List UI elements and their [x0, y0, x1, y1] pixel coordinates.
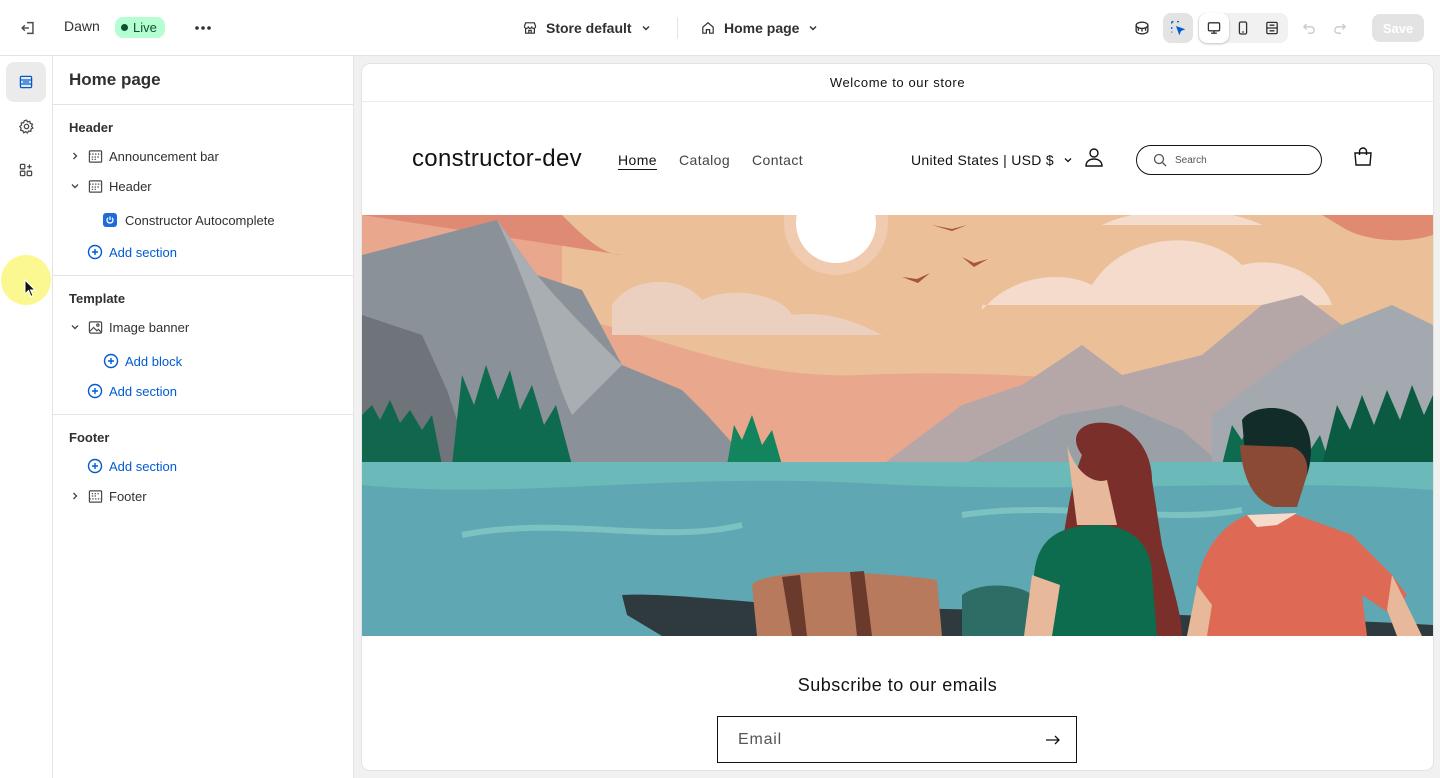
- cart-icon[interactable]: [1352, 146, 1374, 168]
- sections-icon[interactable]: [6, 62, 46, 102]
- plus-circle-icon: [87, 244, 103, 260]
- add-section-label: Add section: [109, 244, 177, 260]
- section-layout-icon: [87, 178, 103, 194]
- store-header: constructor-dev Home Catalog Contact Uni…: [362, 102, 1433, 215]
- newsletter-title: Subscribe to our emails: [797, 675, 998, 695]
- store-selector[interactable]: Store default: [522, 14, 652, 42]
- fullwidth-icon[interactable]: [1257, 13, 1287, 43]
- section-header[interactable]: Header: [67, 175, 152, 197]
- section-label: Announcement bar: [109, 148, 219, 164]
- section-announcement-bar[interactable]: Announcement bar: [67, 145, 219, 167]
- group-template-label: Template: [69, 291, 126, 306]
- divider: [53, 414, 354, 415]
- add-section-label: Add section: [109, 458, 177, 474]
- editor-icon-rail: [0, 56, 53, 778]
- email-field[interactable]: Email: [717, 716, 1077, 763]
- section-label: Header: [109, 178, 152, 194]
- nav-home[interactable]: Home: [618, 152, 657, 168]
- footer-layout-icon: [87, 488, 103, 504]
- page-title: Home page: [69, 70, 161, 89]
- storefront-preview: Welcome to our store constructor-dev Hom…: [362, 64, 1433, 770]
- gear-icon[interactable]: [6, 106, 46, 146]
- locale-label: United States | USD $: [911, 152, 1054, 168]
- nav-catalog[interactable]: Catalog: [679, 152, 730, 168]
- section-layout-icon: [87, 148, 103, 164]
- add-section-button[interactable]: Add section: [87, 380, 177, 402]
- chevron-down-icon: [1064, 158, 1072, 163]
- section-label: Image banner: [109, 319, 190, 335]
- locale-selector[interactable]: United States | USD $: [911, 152, 1074, 168]
- image-banner[interactable]: [362, 215, 1433, 636]
- banner-illustration: [362, 215, 1433, 636]
- theme-editor-icon[interactable]: [1127, 13, 1157, 43]
- block-label: Constructor Autocomplete: [125, 212, 275, 228]
- inspector-icon[interactable]: [1163, 13, 1193, 43]
- mouse-cursor-icon: [24, 279, 37, 298]
- plus-circle-icon: [87, 458, 103, 474]
- divider: [53, 275, 354, 276]
- search-input[interactable]: Search: [1136, 145, 1322, 175]
- editor-topbar: Dawn Live Store default Home page Save: [0, 0, 1440, 56]
- topbar-divider: [677, 17, 678, 39]
- store-selector-label: Store default: [546, 20, 632, 36]
- add-section-label: Add section: [109, 383, 177, 399]
- page-selector[interactable]: Home page: [700, 14, 819, 42]
- save-button[interactable]: Save: [1372, 14, 1424, 42]
- live-dot-icon: [121, 24, 128, 31]
- group-header-label: Header: [69, 120, 114, 135]
- more-horizontal-icon[interactable]: [190, 16, 216, 40]
- section-image-banner[interactable]: Image banner: [67, 316, 189, 338]
- account-icon[interactable]: [1083, 146, 1105, 168]
- add-section-button[interactable]: Add section: [87, 455, 177, 477]
- section-label: Footer: [109, 488, 147, 504]
- status-badge: Live: [115, 17, 165, 38]
- sections-sidebar: Home page Header Announcement bar Header…: [53, 56, 354, 778]
- chevron-down-icon[interactable]: [67, 319, 83, 335]
- divider: [53, 104, 354, 105]
- arrow-right-icon[interactable]: [1044, 731, 1062, 749]
- plus-circle-icon: [87, 383, 103, 399]
- theme-name: Dawn: [64, 18, 100, 34]
- chevron-down-icon[interactable]: [67, 178, 83, 194]
- exit-icon[interactable]: [16, 16, 40, 40]
- undo-icon[interactable]: [1294, 13, 1324, 43]
- search-icon: [1153, 153, 1167, 167]
- desktop-icon[interactable]: [1199, 13, 1229, 43]
- block-constructor-autocomplete[interactable]: Constructor Autocomplete: [103, 209, 275, 231]
- plus-circle-icon: [103, 353, 119, 369]
- group-footer-label: Footer: [69, 430, 110, 445]
- chevron-right-icon[interactable]: [67, 488, 83, 504]
- chevron-down-icon: [642, 26, 650, 31]
- add-block-label: Add block: [125, 353, 183, 369]
- mobile-icon[interactable]: [1228, 13, 1258, 43]
- power-icon: [103, 213, 117, 227]
- apps-icon[interactable]: [6, 150, 46, 190]
- page-selector-label: Home page: [724, 20, 800, 36]
- store-logo[interactable]: constructor-dev: [412, 145, 582, 173]
- section-footer[interactable]: Footer: [67, 485, 147, 507]
- image-icon: [87, 319, 103, 335]
- search-placeholder: Search: [1175, 154, 1207, 166]
- add-section-button[interactable]: Add section: [87, 241, 177, 263]
- add-block-button[interactable]: Add block: [103, 350, 182, 372]
- chevron-down-icon: [809, 26, 817, 31]
- nav-contact[interactable]: Contact: [752, 152, 803, 168]
- store-icon: [523, 22, 537, 34]
- redo-icon[interactable]: [1325, 13, 1355, 43]
- chevron-right-icon[interactable]: [67, 148, 83, 164]
- announcement-bar[interactable]: Welcome to our store: [362, 64, 1433, 102]
- newsletter-section: Subscribe to our emails Email: [362, 636, 1433, 770]
- home-icon: [702, 22, 714, 34]
- status-badge-label: Live: [133, 20, 157, 35]
- email-placeholder: Email: [738, 730, 783, 748]
